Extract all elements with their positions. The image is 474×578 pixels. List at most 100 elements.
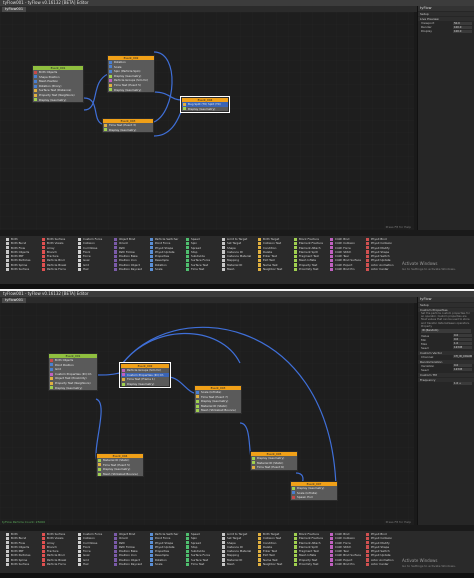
toolbox-operator[interactable]: Mesh [222,267,251,271]
toolbox-operator[interactable]: Position Raycast [114,267,142,271]
toolbox-operator[interactable]: Actor Center [366,562,394,566]
toolbox-operator[interactable]: Position Raycast [114,562,142,566]
operator-icon [114,254,118,258]
status-particle-count: tyFlow Particle Count: 25000 [2,520,46,524]
toolbox-operator[interactable]: Particle Force [42,562,66,566]
operator-row[interactable]: Display (Geometry) [108,88,154,93]
operator-icon [50,377,53,381]
operator-row[interactable]: Display (Geometry) [121,382,169,387]
toolbox-operator[interactable]: Proximity Test [294,562,323,566]
operator-icon [6,562,10,566]
operator-icon [114,545,118,549]
toolbox-column: Speed Spin Spread Stop Subdivide Surface Forc… [186,532,210,566]
event-node-006[interactable]: Event_007 Display (Geometry) Scale (Infi… [290,481,338,501]
rollout-setup[interactable]: Setup [418,12,474,16]
operator-icon [258,250,262,254]
toolbox-operator[interactable]: Hair [78,562,102,566]
toolbox-operator[interactable]: Actor Center [366,267,394,271]
operator-icon [186,532,190,536]
toolbox-operator[interactable]: Cloth Bind Pin [330,267,361,271]
property-dropdown[interactable]: ID (Random) [421,329,471,333]
toolbox-operator[interactable]: Cloth Bind Pin [330,562,361,566]
operator-icon [78,250,82,254]
properties-panel: tyFlow Setup Live Preview Viewport 50.0 R… [417,6,474,230]
toolbox-operator[interactable]: Time Test [186,267,210,271]
operator-icon [183,107,186,111]
toolbox-operator[interactable]: Scale [150,562,178,566]
operator-row[interactable]: Display (Geometry) [103,128,153,133]
operator-row[interactable]: Spawn End [291,495,337,500]
toolbox-column: Limit to Target Set Target Shape Instance I… [222,532,251,566]
taskbar [0,573,474,578]
operator-icon [122,377,125,381]
event-node-003[interactable]: Event_003 Time Test (Event 3) Display (G… [102,118,154,134]
event-node-002[interactable]: Event_002 Rotation Scale Spin (Particle … [107,55,155,94]
operator-icon [330,241,334,246]
toolbox-column: Birth Surface Birth Voxels Array Branch Frac… [42,237,66,271]
operator-row[interactable]: Mesh (Strikeball Bounce) [195,408,241,413]
wire [95,372,121,376]
operator-icon [50,372,53,376]
event-node-001[interactable]: Event_001 Birth Objects Shape Position M… [32,65,84,104]
event-node-001[interactable]: Event_001 Birth Objects Point Position G… [48,353,98,392]
operator-icon [109,83,112,87]
event-node-004[interactable]: Event_004 Material ID (Static) Time Test… [96,453,144,478]
operator-row[interactable]: Mesh (Strikeball Bounce) [97,472,143,477]
operator-row[interactable]: Time Test (Event 6) [251,465,297,470]
event-node-003[interactable]: Event_003 Scale (Infinite) Time Test (Ev… [194,385,242,414]
toolbox-operator[interactable]: Neighbor Test [258,562,282,566]
toolbox-operator[interactable]: Neighbor Test [258,267,282,271]
toolbox-operator[interactable]: Proximity Test [294,267,323,271]
operator-icon [150,536,154,541]
event-node-002[interactable]: Event_002 Particle Groups (Sim for) Cust… [119,361,171,389]
operator-icon [294,250,298,254]
operator-icon [366,254,370,258]
node-graph[interactable]: Event_001 Birth Objects Point Position G… [0,303,414,525]
node-graph[interactable]: Event_001 Birth Objects Shape Position M… [0,12,414,230]
toolbox-operator[interactable]: Mesh [222,562,251,566]
operator-icon [42,263,46,267]
operator-icon [258,558,262,562]
rollout-custom-tm[interactable]: Custom TM [418,372,474,377]
operator-icon [78,237,82,241]
operator-icon [109,65,112,69]
activation-watermark: Activate Windows Go to Settings to activa… [402,261,456,271]
operator-icon [294,558,298,562]
operator-row[interactable]: Display (Geometry) [33,98,83,103]
operator-icon [366,259,370,263]
operator-row[interactable]: Display (Geometry) [49,386,97,391]
spinner-input[interactable]: 12345 [453,346,472,350]
spinner-input[interactable]: 1.0 ÷ [453,382,472,386]
operator-icon [366,237,370,241]
operator-icon [42,267,46,271]
toolbox-operator[interactable]: Birth Surface [6,562,30,566]
operator-icon [42,246,46,250]
toolbox-operator[interactable]: Hair [78,267,102,271]
operator-icon [258,241,262,246]
event-node-004[interactable]: Event_004 Bug Split (T0) Split (T0) Disp… [180,95,230,114]
operator-icon [366,541,370,545]
operator-icon [34,89,37,93]
operator-icon [42,259,46,263]
rollout-setup[interactable]: Setup [418,303,474,307]
event-node-005[interactable]: Event_005 Display (Geometry) Material ID… [250,451,298,471]
operator-icon [150,246,154,250]
property-row: 1.0 ÷ [418,382,474,386]
channel-dropdown[interactable]: CH_ID_COLOR [453,355,472,359]
spinner-input[interactable]: 100.0 [453,29,472,33]
operator-icon [222,263,226,267]
operator-icon [258,532,262,536]
operator-icon [366,536,370,541]
toolbox-column: Object Bind Orient Path Path Follow Position… [114,532,142,566]
spinner-input[interactable]: 12345 [453,368,472,372]
operator-toolbox: Birth Birth Burst Birth Flow Birth Objects B… [0,236,474,284]
toolbox-operator[interactable]: Time Test [186,562,210,566]
property-row: Seed 12345 [418,368,474,372]
toolbox-operator[interactable]: Birth Surface [6,267,30,271]
toolbox-operator[interactable]: Particle Force [42,267,66,271]
operator-icon [78,267,82,271]
operator-row[interactable]: Display (Geometry) [182,107,228,112]
toolbox-operator[interactable]: Scale [150,267,178,271]
operator-icon [258,259,262,263]
operator-icon [98,467,101,471]
